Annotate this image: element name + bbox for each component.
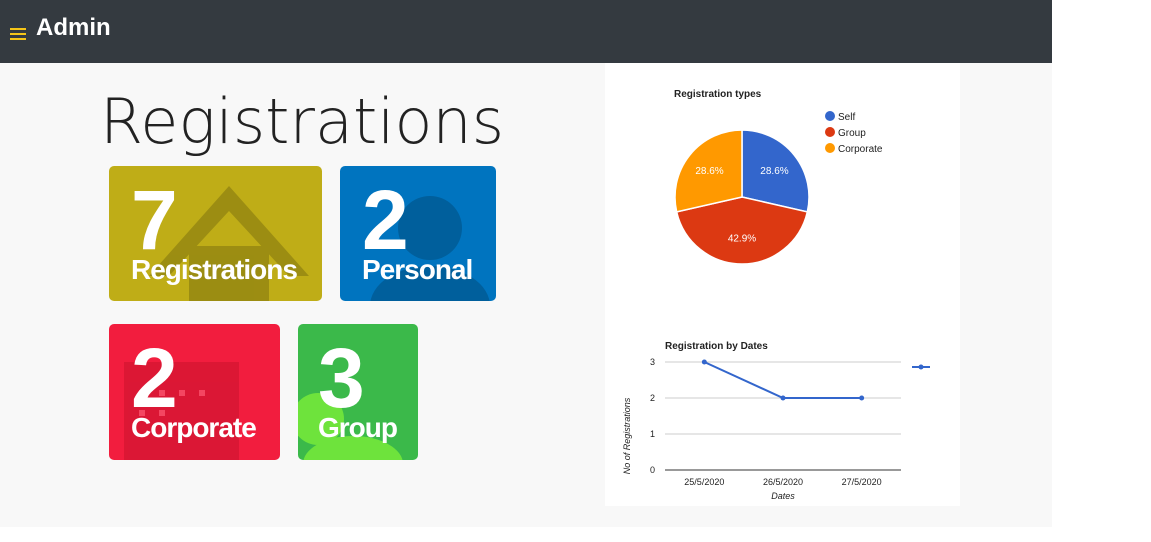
charts-panel: Registration types 28.6% 42.9% 28.6% Self G… (605, 63, 960, 506)
pie-chart: Registration types 28.6% 42.9% 28.6% Self G… (674, 89, 883, 265)
legend-point-marker (918, 364, 924, 370)
tile-registrations-count: 7 (131, 173, 178, 267)
data-point[interactable] (701, 359, 707, 365)
tile-registrations[interactable]: 7 Registrations (109, 166, 322, 301)
legend-marker-corporate (825, 143, 835, 153)
data-point[interactable] (780, 395, 786, 401)
tile-group-count: 3 (318, 331, 365, 425)
x-tick-label: 27/5/2020 (842, 477, 882, 487)
top-navbar: Admin (0, 0, 1052, 63)
tile-corporate-label: Corporate (131, 412, 257, 443)
y-tick-label: 0 (650, 465, 655, 475)
legend-label-group[interactable]: Group (838, 128, 866, 139)
pie-slice-label: 42.9% (728, 234, 756, 245)
line-chart-title: Registration by Dates (665, 341, 768, 352)
line-chart: Registration by Dates 0 1 2 3 25/5/2020 26/5/… (622, 341, 930, 501)
page-title: Registrations (100, 85, 505, 158)
y-tick-label: 2 (650, 393, 655, 403)
line-chart-ylabel: No of Registrations (622, 397, 632, 474)
x-tick-label: 26/5/2020 (763, 477, 803, 487)
tile-corporate-count: 2 (131, 331, 178, 425)
line-chart-xlabel: Dates (771, 491, 795, 501)
data-point[interactable] (859, 395, 865, 401)
hamburger-menu-icon[interactable] (10, 28, 26, 40)
pie-slice-label: 28.6% (760, 166, 788, 177)
tile-personal-label: Personal (362, 254, 473, 285)
legend-marker-group (825, 127, 835, 137)
legend-label-self[interactable]: Self (838, 112, 855, 123)
pie-chart-title: Registration types (674, 89, 762, 100)
series-line (703, 361, 862, 399)
y-tick-label: 3 (650, 357, 655, 367)
app-title: Admin (36, 14, 111, 41)
tile-corporate[interactable]: 2 Corporate (109, 324, 280, 460)
legend-label-corporate[interactable]: Corporate (838, 144, 883, 155)
tile-registrations-label: Registrations (131, 254, 298, 285)
tile-group[interactable]: 3 Group (298, 324, 418, 460)
tile-group-label: Group (318, 412, 398, 443)
legend-marker-self (825, 111, 835, 121)
pie-slice-label: 28.6% (695, 166, 723, 177)
y-tick-label: 1 (650, 429, 655, 439)
x-tick-label: 25/5/2020 (684, 477, 724, 487)
tile-personal[interactable]: 2 Personal (340, 166, 496, 301)
tile-personal-count: 2 (362, 173, 409, 267)
